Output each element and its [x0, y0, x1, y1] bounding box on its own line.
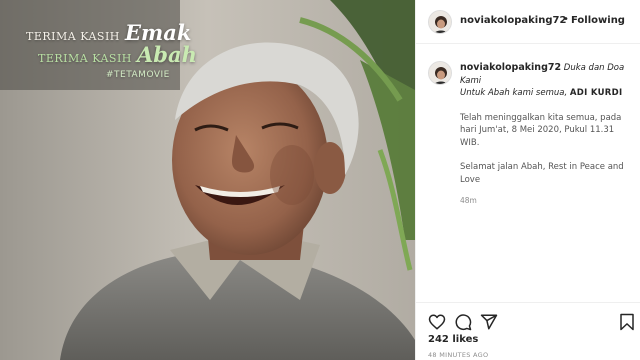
- header-separator: •: [563, 14, 569, 25]
- caption-line2: Kami: [460, 75, 482, 86]
- caption-first-line: noviakolopaking72 Duka dan Doa: [460, 62, 634, 75]
- bookmark-icon[interactable]: [618, 313, 636, 331]
- caption-spacer-2: [460, 149, 634, 161]
- overlay-line2: TERIMA KASIH Abah: [38, 42, 197, 67]
- following-button[interactable]: Following: [571, 15, 625, 26]
- caption-avatar-image: [429, 62, 451, 84]
- overlay-hashtag: #TETAMOVIE: [106, 70, 170, 80]
- heart-icon[interactable]: [428, 313, 446, 331]
- caption-paragraph1: Telah meninggalkan kita semua, pada hari…: [460, 112, 622, 148]
- caption-line3: Untuk Abah kami semua, ADI KURDI: [460, 87, 634, 100]
- post-header: noviakolopaking72 • Following: [416, 0, 640, 44]
- posted-time-ago: 48 MINUTES AGO: [428, 351, 489, 359]
- caption-paragraph2: Selamat jalan Abah, Rest in Peace and Lo…: [460, 162, 624, 185]
- avatar-image: [429, 11, 451, 33]
- post-caption: noviakolopaking72 Duka dan Doa Kami Untu…: [460, 62, 634, 208]
- header-avatar[interactable]: [428, 10, 452, 34]
- caption-line1: Duka dan Doa: [563, 63, 625, 73]
- post-side-panel: noviakolopaking72 • Following noviakolop…: [415, 0, 640, 360]
- share-icon[interactable]: [480, 313, 498, 331]
- caption-avatar[interactable]: [428, 61, 452, 85]
- post-photo[interactable]: TERIMA KASIH Emak TERIMA KASIH Abah #TET…: [0, 0, 415, 360]
- comment-icon[interactable]: [454, 313, 472, 331]
- caption-line3-prefix: Untuk Abah kami semua,: [460, 88, 568, 98]
- caption-timestamp: 48m: [460, 196, 477, 205]
- likes-count[interactable]: 242 likes: [428, 334, 478, 345]
- overlay-line2-small: TERIMA KASIH: [38, 52, 132, 65]
- caption-line3-name: ADI KURDI: [569, 88, 623, 98]
- caption-username[interactable]: noviakolopaking72: [460, 62, 561, 73]
- header-username[interactable]: noviakolopaking72: [460, 15, 566, 26]
- overlay-line2-script: Abah: [136, 42, 197, 67]
